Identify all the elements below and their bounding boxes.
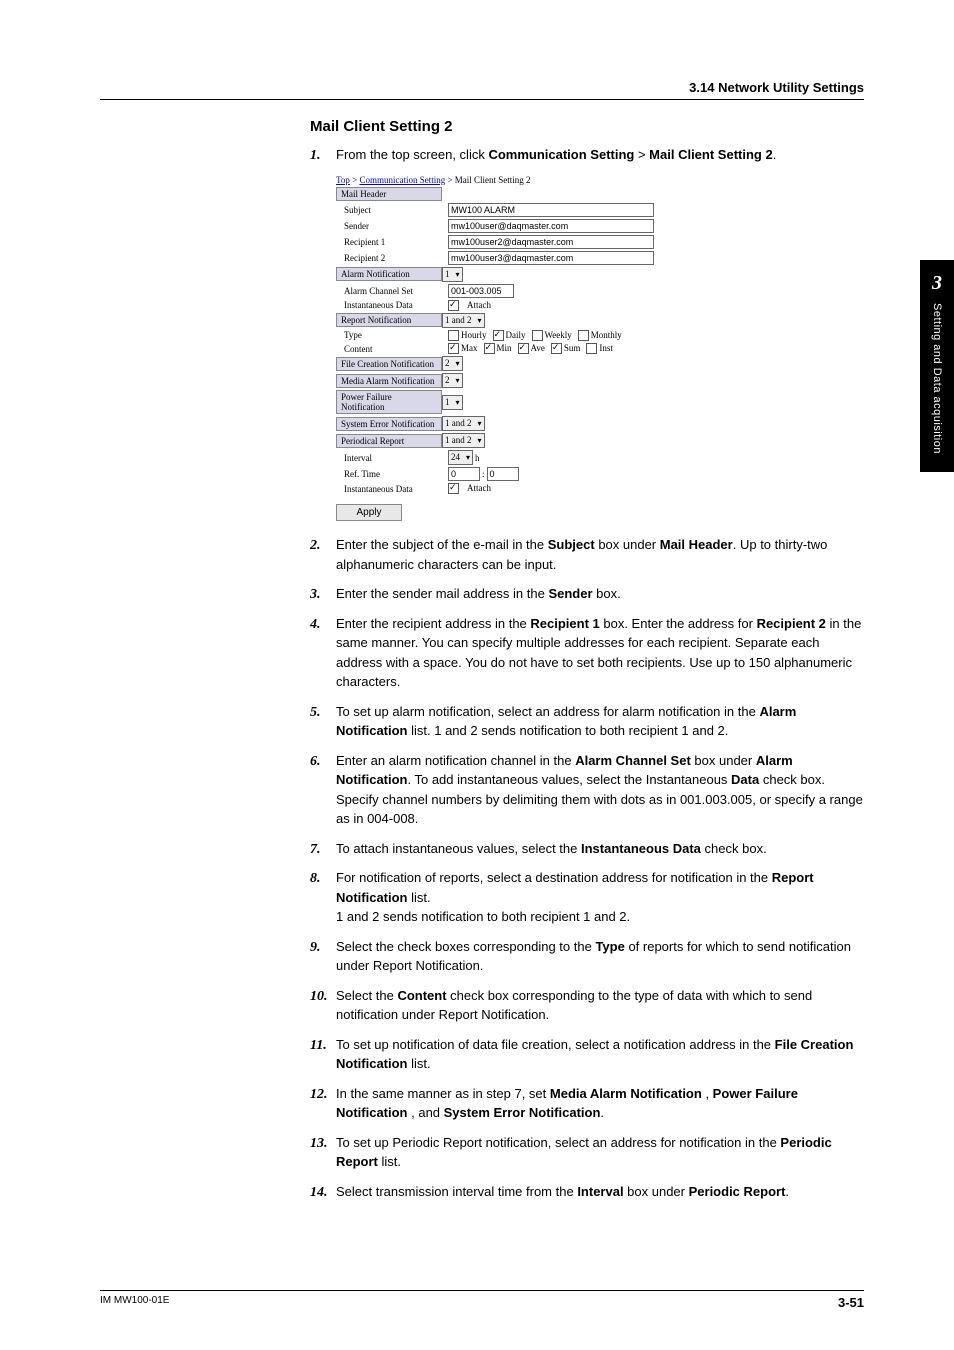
interval-select[interactable]: 24 <box>448 450 473 465</box>
label-recipient2: Recipient 2 <box>336 253 448 263</box>
attach2-checkbox[interactable] <box>448 483 459 494</box>
section-file-notif: File Creation Notification <box>336 357 442 371</box>
label-inst-data: Instantaneous Data <box>336 300 448 310</box>
label-reftime: Ref. Time <box>336 469 448 479</box>
label-sender: Sender <box>336 221 448 231</box>
type-hourly-checkbox[interactable] <box>448 330 459 341</box>
apply-button[interactable]: Apply <box>336 504 402 521</box>
page-number: 3-51 <box>838 1295 864 1310</box>
syserr-notif-select[interactable]: 1 and 2 <box>442 416 485 431</box>
label-alarm-channel: Alarm Channel Set <box>336 286 448 296</box>
content-inst-checkbox[interactable] <box>586 343 597 354</box>
label-interval: Interval <box>336 453 448 463</box>
step-13: 13.To set up Periodic Report notificatio… <box>310 1133 864 1172</box>
settings-screenshot: Top > Communication Setting > Mail Clien… <box>336 175 666 522</box>
alarm-notif-select[interactable]: 1 <box>442 267 463 282</box>
power-notif-select[interactable]: 1 <box>442 395 463 410</box>
crumb-top[interactable]: Top <box>336 175 350 185</box>
section-media-notif: Media Alarm Notification <box>336 374 442 388</box>
label-type: Type <box>336 330 448 340</box>
chapter-label: Setting and Data acquisition <box>931 303 943 454</box>
step-2: 2.Enter the subject of the e-mail in the… <box>310 535 864 574</box>
step-4: 4.Enter the recipient address in the Rec… <box>310 614 864 692</box>
type-monthly-checkbox[interactable] <box>578 330 589 341</box>
content-sum-checkbox[interactable] <box>551 343 562 354</box>
file-notif-select[interactable]: 2 <box>442 356 463 371</box>
step-1: 1. From the top screen, click Communicat… <box>310 145 864 165</box>
chapter-number: 3 <box>920 272 954 295</box>
label-recipient1: Recipient 1 <box>336 237 448 247</box>
alarm-channel-input[interactable]: 001-003.005 <box>448 284 514 298</box>
step-14: 14.Select transmission interval time fro… <box>310 1182 864 1202</box>
recipient1-input[interactable]: mw100user2@daqmaster.com <box>448 235 654 249</box>
media-notif-select[interactable]: 2 <box>442 373 463 388</box>
subject-input[interactable]: MW100 ALARM <box>448 203 654 217</box>
step-11: 11.To set up notification of data file c… <box>310 1035 864 1074</box>
content-min-checkbox[interactable] <box>484 343 495 354</box>
section-report-notif: Report Notification <box>336 313 442 327</box>
label-content: Content <box>336 344 448 354</box>
section-power-notif: Power Failure Notification <box>336 390 442 414</box>
reftime-h-input[interactable]: 0 <box>448 467 480 481</box>
label-subject: Subject <box>336 205 448 215</box>
section-syserr-notif: System Error Notification <box>336 417 442 431</box>
step-7: 7.To attach instantaneous values, select… <box>310 839 864 859</box>
type-weekly-checkbox[interactable] <box>532 330 543 341</box>
section-alarm-notif: Alarm Notification <box>336 267 442 281</box>
crumb-comm[interactable]: Communication Setting <box>359 175 445 185</box>
section-periodical: Periodical Report <box>336 434 442 448</box>
section-mail-header: Mail Header <box>336 187 442 201</box>
breadcrumb: Top > Communication Setting > Mail Clien… <box>336 175 666 185</box>
manual-code: IM MW100-01E <box>100 1295 169 1310</box>
crumb-current: Mail Client Setting 2 <box>455 175 531 185</box>
step-8: 8.For notification of reports, select a … <box>310 868 864 927</box>
step-number: 1. <box>310 145 321 166</box>
step-10: 10.Select the Content check box correspo… <box>310 986 864 1025</box>
periodical-select[interactable]: 1 and 2 <box>442 433 485 448</box>
step-5: 5.To set up alarm notification, select a… <box>310 702 864 741</box>
chapter-tab: 3 Setting and Data acquisition <box>920 260 954 472</box>
step-6: 6.Enter an alarm notification channel in… <box>310 751 864 829</box>
step-9: 9.Select the check boxes corresponding t… <box>310 937 864 976</box>
content-max-checkbox[interactable] <box>448 343 459 354</box>
step-12: 12.In the same manner as in step 7, set … <box>310 1084 864 1123</box>
type-daily-checkbox[interactable] <box>493 330 504 341</box>
reftime-m-input[interactable]: 0 <box>487 467 519 481</box>
page-header: 3.14 Network Utility Settings <box>100 80 864 100</box>
page-title: Mail Client Setting 2 <box>310 118 864 135</box>
sender-input[interactable]: mw100user@daqmaster.com <box>448 219 654 233</box>
step-3: 3.Enter the sender mail address in the S… <box>310 584 864 604</box>
content-ave-checkbox[interactable] <box>518 343 529 354</box>
page-footer: IM MW100-01E 3-51 <box>100 1290 864 1310</box>
label-inst-data-2: Instantaneous Data <box>336 484 448 494</box>
attach-checkbox[interactable] <box>448 300 459 311</box>
page: 3.14 Network Utility Settings Mail Clien… <box>0 0 954 1350</box>
report-notif-select[interactable]: 1 and 2 <box>442 313 485 328</box>
recipient2-input[interactable]: mw100user3@daqmaster.com <box>448 251 654 265</box>
